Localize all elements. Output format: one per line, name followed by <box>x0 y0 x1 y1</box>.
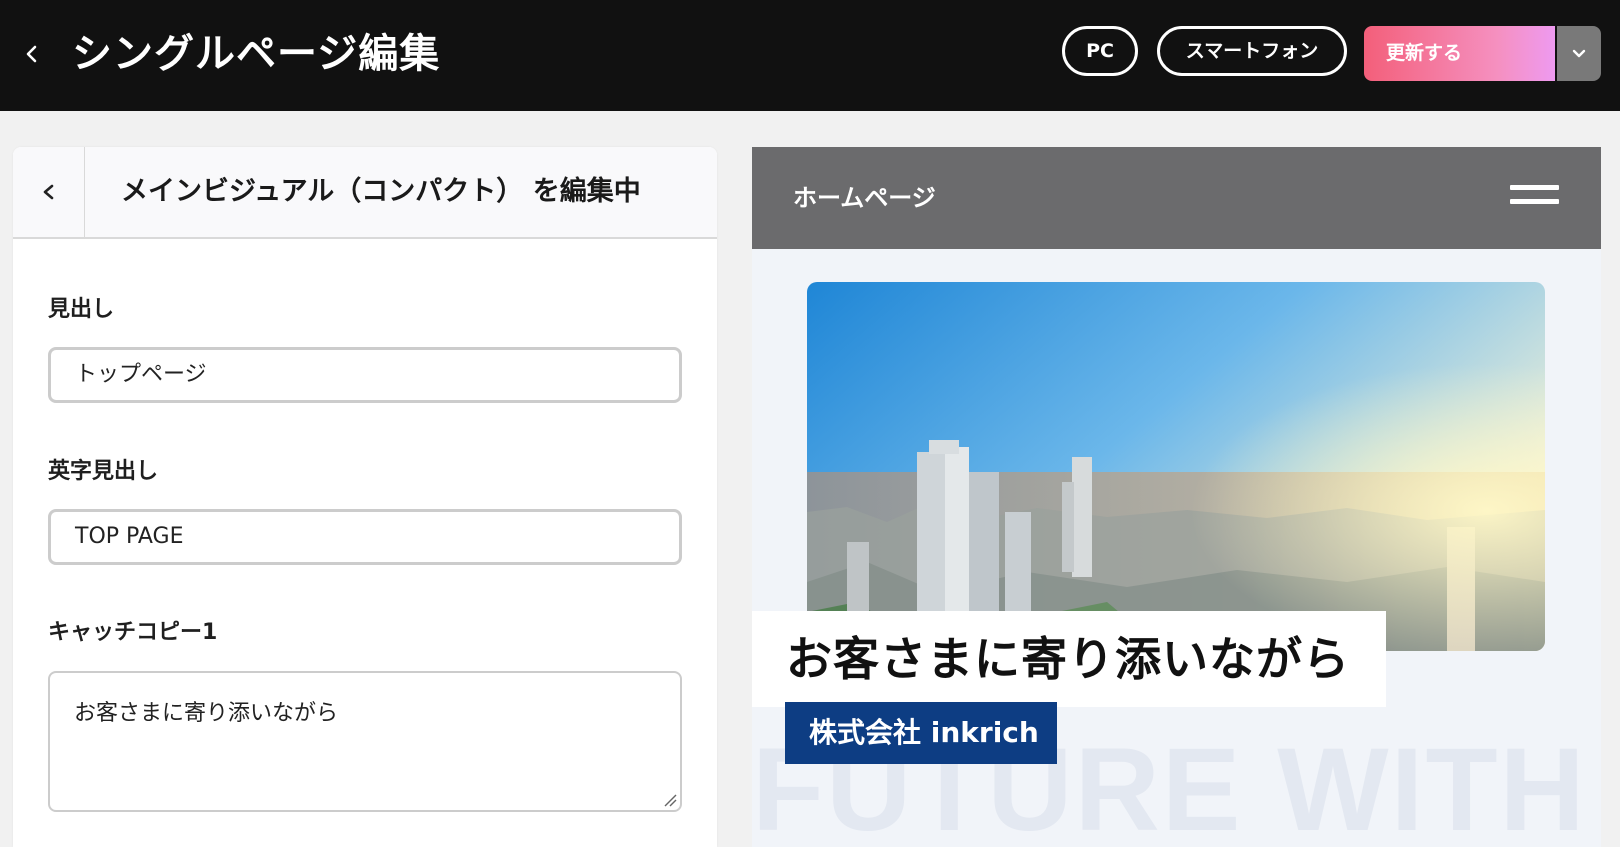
english-heading-label: 英字見出し <box>48 459 159 484</box>
catch-copy-box: お客さまに寄り添いながら <box>752 611 1386 707</box>
catch-copy-value: お客さまに寄り添いながら <box>74 701 339 726</box>
preview-catch-copy: お客さまに寄り添いながら <box>786 632 1350 686</box>
hamburger-menu-icon[interactable] <box>1510 185 1559 207</box>
update-dropdown-button[interactable] <box>1557 26 1601 81</box>
english-heading-input[interactable]: TOP PAGE <box>48 509 682 565</box>
panel-header: メインビジュアル（コンパクト） を編集中 <box>13 147 717 239</box>
heading-input[interactable]: トップページ <box>48 347 682 403</box>
catch-copy-textarea[interactable]: お客さまに寄り添いながら <box>48 671 682 812</box>
hero-city-image <box>807 282 1545 651</box>
smartphone-view-button[interactable]: スマートフォン <box>1157 26 1347 76</box>
company-badge: 株式会社 inkrich <box>785 702 1057 764</box>
panel-back-button[interactable] <box>13 147 85 237</box>
heading-label: 見出し <box>48 297 115 322</box>
preview-site-title: ホームページ <box>793 184 936 212</box>
edit-panel: メインビジュアル（コンパクト） を編集中 見出し トップページ 英字見出し TO… <box>13 147 717 847</box>
update-button[interactable]: 更新する <box>1364 26 1555 81</box>
back-arrow-icon[interactable] <box>20 42 44 66</box>
top-bar: シングルページ編集 PC スマートフォン 更新する <box>0 0 1620 111</box>
panel-title: メインビジュアル（コンパクト） を編集中 <box>121 176 641 207</box>
chevron-down-icon <box>1572 49 1586 57</box>
resize-grip-icon[interactable] <box>663 793 677 807</box>
pc-view-button[interactable]: PC <box>1062 26 1138 76</box>
page-preview: ホームページ FUTURE WITH YOU <box>752 147 1601 847</box>
chevron-left-icon <box>43 184 53 200</box>
catch-copy-label: キャッチコピー1 <box>48 620 218 645</box>
preview-header: ホームページ <box>752 147 1601 249</box>
page-title: シングルページ編集 <box>72 31 441 77</box>
preview-company-name: 株式会社 inkrich <box>809 716 1039 749</box>
